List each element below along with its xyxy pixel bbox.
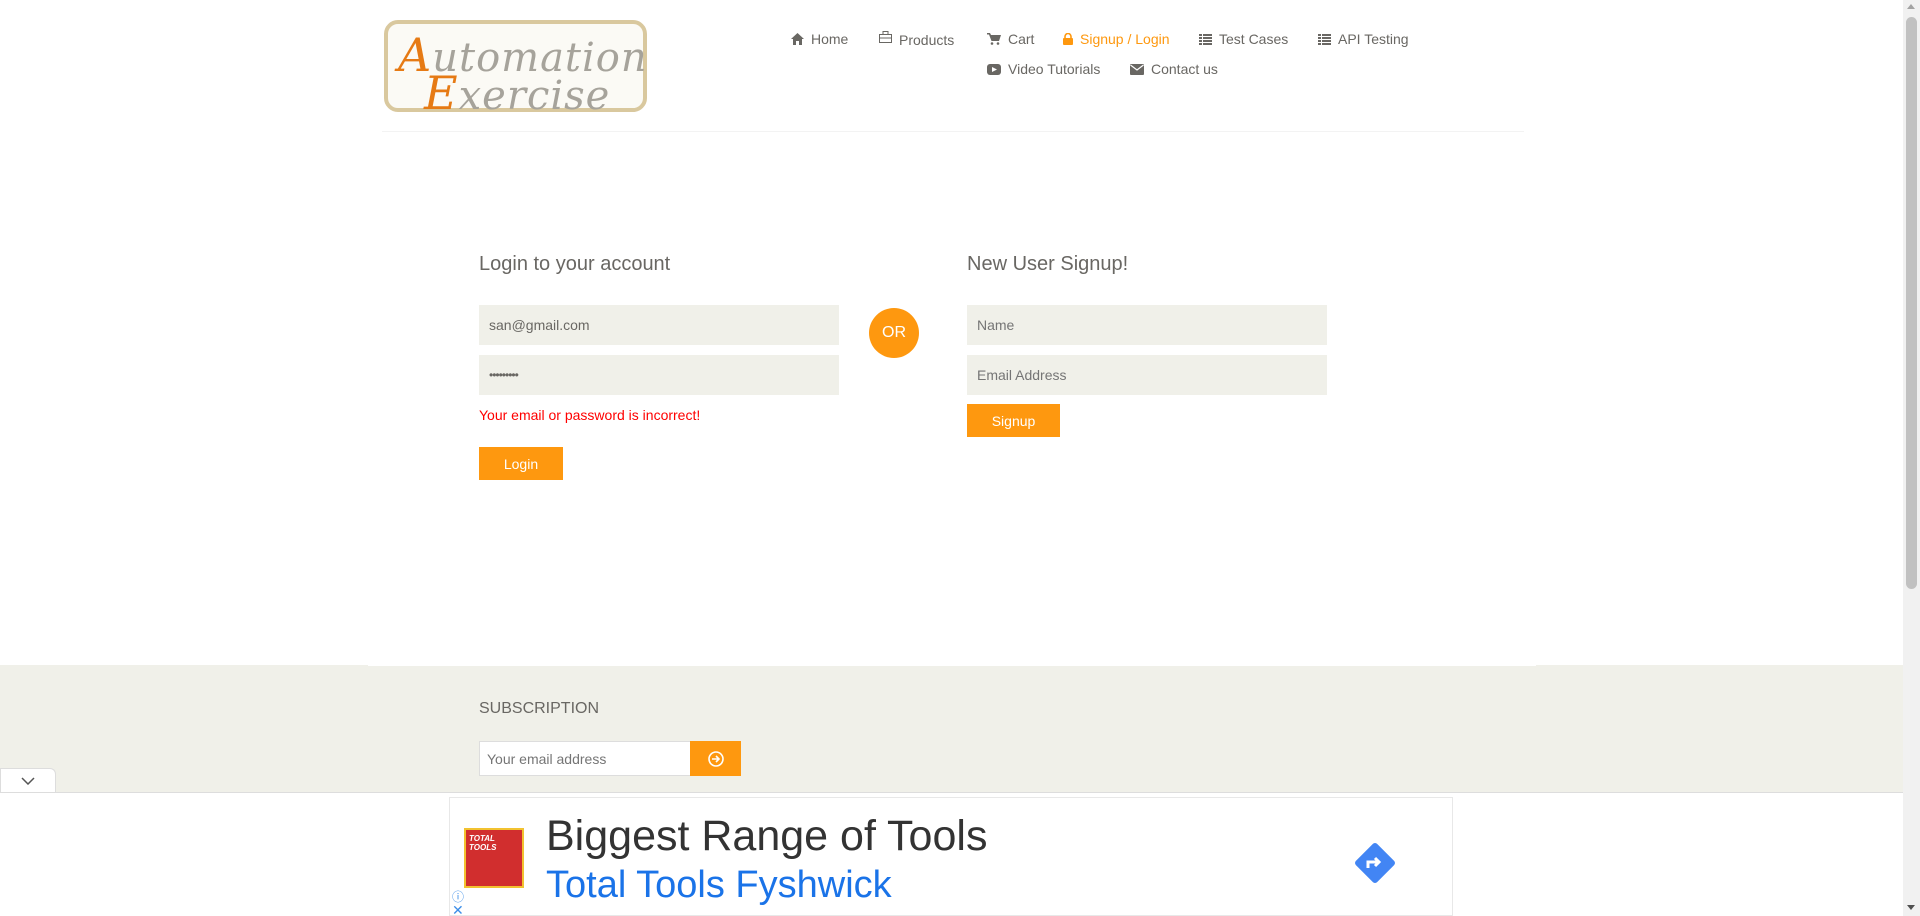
- subscription-title: SUBSCRIPTION: [479, 700, 600, 717]
- signup-button[interactable]: Signup: [967, 404, 1060, 437]
- nav-cart[interactable]: Cart: [987, 31, 1034, 47]
- nav-contact-us[interactable]: Contact us: [1130, 61, 1218, 77]
- signup-email-field[interactable]: [967, 355, 1327, 395]
- footer-divider: [368, 665, 1536, 666]
- cart-icon: [987, 33, 1001, 45]
- list-icon: [1318, 33, 1331, 45]
- ad-collapse-toggle[interactable]: [0, 768, 56, 793]
- home-icon: [791, 33, 804, 45]
- nav-signup-login[interactable]: Signup / Login: [1063, 31, 1170, 47]
- ad-close-icon[interactable]: ✕: [452, 902, 464, 916]
- login-email-field[interactable]: [479, 305, 839, 345]
- list-icon: [1199, 33, 1212, 45]
- site-header: Automation Exercise: [382, 0, 1524, 132]
- signup-name-field[interactable]: [967, 305, 1327, 345]
- scroll-up-arrow[interactable]: [1907, 4, 1915, 9]
- lock-icon: [1063, 33, 1073, 45]
- nav-video-tutorials[interactable]: Video Tutorials: [987, 61, 1100, 77]
- vertical-scrollbar[interactable]: [1903, 0, 1920, 916]
- chevron-down-icon: [21, 777, 35, 785]
- site-logo[interactable]: Automation Exercise: [384, 20, 647, 120]
- or-badge: OR: [869, 308, 919, 358]
- envelope-icon: [1130, 63, 1144, 75]
- subscribe-button[interactable]: [690, 741, 741, 776]
- ad-subline[interactable]: Total Tools Fyshwick: [546, 864, 892, 907]
- products-icon: [879, 31, 892, 43]
- signup-title: New User Signup!: [967, 253, 1129, 275]
- scrollbar-thumb[interactable]: [1906, 17, 1917, 589]
- login-password-field[interactable]: [479, 355, 839, 395]
- arrow-circle-right-icon: [707, 750, 724, 767]
- login-button[interactable]: Login: [479, 447, 563, 480]
- scroll-down-arrow[interactable]: [1907, 905, 1915, 910]
- nav-api-testing[interactable]: API Testing: [1318, 31, 1409, 47]
- subscription-email-input[interactable]: [479, 741, 691, 776]
- youtube-play-icon: [987, 63, 1001, 75]
- ad-headline[interactable]: Biggest Range of Tools: [546, 812, 987, 861]
- directions-icon[interactable]: [1350, 838, 1400, 888]
- login-title: Login to your account: [479, 253, 671, 275]
- ad-thumbnail: TOTAL TOOLS: [464, 828, 524, 888]
- nav-test-cases[interactable]: Test Cases: [1199, 31, 1288, 47]
- nav-home[interactable]: Home: [791, 31, 848, 47]
- login-error-message: Your email or password is incorrect!: [479, 407, 701, 423]
- nav-products[interactable]: Products: [879, 29, 954, 48]
- ad-banner[interactable]: TOTAL TOOLS Biggest Range of Tools Total…: [449, 797, 1453, 916]
